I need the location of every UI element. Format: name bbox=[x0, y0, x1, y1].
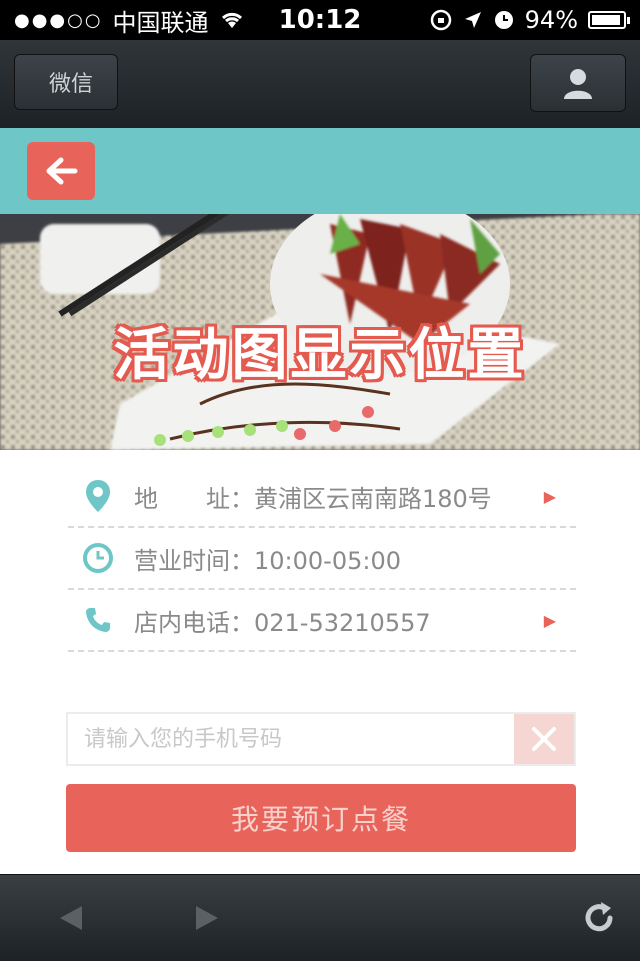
order-button-label: 我要预订点餐 bbox=[230, 803, 411, 836]
order-button[interactable]: 我要预订点餐 bbox=[66, 784, 576, 852]
refresh-icon bbox=[585, 902, 613, 932]
page-header bbox=[0, 128, 640, 214]
chevron-right-icon: ▶ bbox=[543, 610, 556, 630]
status-time: 10:12 bbox=[278, 5, 362, 35]
status-right: 94% bbox=[429, 6, 630, 34]
triangle-left-icon bbox=[60, 906, 82, 930]
hours-text: 营业时间：10:00-05:00 bbox=[134, 546, 401, 575]
arrow-back-button[interactable] bbox=[27, 142, 95, 200]
carrier-name: 中国联通 bbox=[112, 8, 209, 37]
wifi-icon bbox=[221, 12, 242, 28]
store-info-list: 地 址：黄浦区云南南路180号 ▶ 营业时间：10:00-05:00 店内电话：… bbox=[68, 466, 576, 652]
user-icon bbox=[564, 69, 592, 99]
browser-toolbar bbox=[0, 874, 640, 961]
battery-icon bbox=[588, 11, 630, 29]
back-button-label: 微信 bbox=[48, 72, 93, 97]
nav-back-button[interactable] bbox=[50, 897, 92, 939]
triangle-right-icon bbox=[196, 906, 218, 930]
phone-text: 店内电话：021-53210557 bbox=[134, 608, 431, 637]
battery-level bbox=[592, 15, 620, 25]
status-bar: ●●●○○ 中国联通 10:12 94% bbox=[0, 0, 640, 40]
banner-caption: 活动图显示位置 bbox=[113, 323, 527, 388]
phone-icon bbox=[72, 606, 124, 634]
location-arrow-icon bbox=[464, 12, 481, 28]
clock-icon bbox=[72, 543, 124, 573]
location-pin-icon bbox=[72, 479, 124, 513]
arrow-left-icon bbox=[46, 157, 78, 185]
alarm-icon bbox=[494, 11, 513, 29]
rotation-lock-icon bbox=[430, 9, 451, 31]
phone-input-box bbox=[66, 712, 576, 766]
clear-button[interactable] bbox=[514, 714, 574, 764]
nav-forward-button[interactable] bbox=[186, 897, 228, 939]
address-text: 地 址：黄浦区云南南路180号 bbox=[134, 484, 492, 513]
chevron-right-icon: ▶ bbox=[543, 486, 556, 506]
phone-row[interactable]: 店内电话：021-53210557 ▶ bbox=[68, 590, 576, 652]
back-button[interactable]: 微信 bbox=[14, 54, 118, 110]
hours-row: 营业时间：10:00-05:00 bbox=[68, 528, 576, 590]
signal-icon: ●●●○○ bbox=[14, 9, 103, 31]
phone-number-input[interactable] bbox=[68, 714, 516, 764]
profile-button[interactable] bbox=[530, 54, 626, 112]
refresh-button[interactable] bbox=[578, 897, 620, 939]
battery-percent: 94% bbox=[524, 6, 578, 34]
nav-bar: 微信 bbox=[0, 40, 640, 129]
close-icon bbox=[532, 727, 556, 751]
activity-banner: 活动图显示位置 bbox=[0, 214, 640, 450]
status-left: ●●●○○ 中国联通 bbox=[14, 3, 245, 38]
address-row[interactable]: 地 址：黄浦区云南南路180号 ▶ bbox=[68, 466, 576, 528]
